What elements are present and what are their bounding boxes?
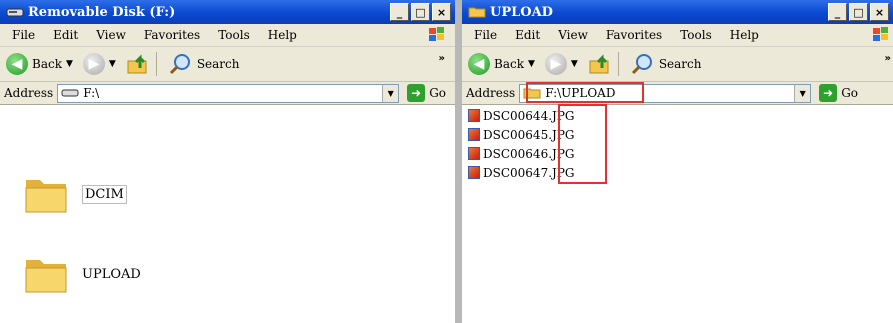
menu-file[interactable]: File (474, 28, 497, 42)
menu-bar: File Edit View Favorites Tools Help (0, 24, 455, 47)
minimize-button[interactable]: _ (828, 3, 847, 21)
windows-flag-icon (429, 27, 444, 41)
menu-edit[interactable]: Edit (515, 28, 540, 42)
menu-edit[interactable]: Edit (53, 28, 78, 42)
chevron-down-icon[interactable]: ▼ (571, 59, 578, 69)
address-label: Address (4, 86, 54, 100)
chevron-down-icon[interactable]: ▼ (66, 59, 73, 69)
windows-flag-icon (873, 27, 888, 41)
menu-favorites[interactable]: Favorites (144, 28, 200, 42)
go-label: Go (429, 86, 446, 100)
go-button[interactable]: ➜ Go (819, 84, 858, 102)
go-button[interactable]: ➜ Go (407, 84, 446, 102)
extension-highlight-box (558, 104, 607, 184)
back-button[interactable]: ◀ Back ▼ (468, 53, 539, 75)
window-title: UPLOAD (490, 4, 553, 20)
window-title: Removable Disk (F:) (28, 4, 176, 20)
back-arrow-icon: ◀ (468, 53, 490, 75)
toolbar-separator (155, 52, 157, 76)
address-bar: Address F:\ ▼ ➜ Go (0, 82, 455, 105)
close-button[interactable]: × (432, 3, 451, 21)
folder-item-upload[interactable]: UPLOAD (22, 252, 141, 296)
drive-icon (61, 89, 79, 97)
go-arrow-icon: ➜ (819, 84, 838, 102)
explorer-window-removable-disk: Removable Disk (F:) _ □ × File Edit View… (0, 0, 456, 323)
jpg-file-icon (468, 128, 480, 141)
address-input[interactable]: F:\ ▼ (57, 83, 400, 103)
drive-icon (6, 8, 24, 17)
address-value: F:\ (83, 86, 100, 100)
chevron-down-icon[interactable]: ▼ (794, 84, 811, 102)
chevron-down-icon[interactable]: ▼ (109, 59, 116, 69)
forward-button[interactable]: ▶ ▼ (82, 53, 120, 75)
menu-favorites[interactable]: Favorites (606, 28, 662, 42)
chevron-down-icon[interactable]: ▼ (528, 59, 535, 69)
go-label: Go (841, 86, 858, 100)
menu-view[interactable]: View (558, 28, 588, 42)
address-highlight-box (526, 82, 644, 103)
back-button[interactable]: ◀ Back ▼ (6, 53, 77, 75)
toolbar-separator (617, 52, 619, 76)
menu-view[interactable]: View (96, 28, 126, 42)
toolbar-more-chevron[interactable]: » (885, 53, 891, 64)
menu-tools[interactable]: Tools (680, 28, 712, 42)
search-button[interactable]: Search (631, 52, 702, 76)
window-gap (455, 0, 462, 323)
maximize-button[interactable]: □ (849, 3, 868, 21)
jpg-file-icon (468, 166, 480, 179)
search-button[interactable]: Search (169, 52, 240, 76)
search-icon (631, 54, 652, 75)
chevron-down-icon[interactable]: ▼ (382, 84, 399, 102)
folder-icon (25, 180, 67, 213)
search-label: Search (658, 57, 702, 71)
menu-bar: File Edit View Favorites Tools Help (462, 24, 893, 47)
file-basename: DSC00646 (483, 146, 549, 161)
up-button[interactable] (588, 52, 612, 76)
explorer-window-upload: UPLOAD _ □ × File Edit View Favorites To… (462, 0, 893, 323)
go-arrow-icon: ➜ (407, 84, 426, 102)
menu-help[interactable]: Help (730, 28, 759, 42)
minimize-button[interactable]: _ (390, 3, 409, 21)
folder-name: UPLOAD (82, 266, 141, 282)
forward-arrow-icon: ▶ (82, 53, 105, 75)
menu-help[interactable]: Help (268, 28, 297, 42)
up-folder-icon (127, 54, 147, 74)
back-label: Back (32, 57, 62, 71)
jpg-file-icon (468, 109, 480, 122)
toolbar: ◀ Back ▼ ▶ ▼ Search » (462, 47, 893, 82)
search-label: Search (196, 57, 240, 71)
folder-icon (468, 7, 486, 18)
folder-name: DCIM (82, 184, 127, 204)
toolbar-more-chevron[interactable]: » (439, 53, 445, 64)
jpg-file-icon (468, 147, 480, 160)
back-arrow-icon: ◀ (6, 53, 28, 75)
close-button[interactable]: × (870, 3, 889, 21)
file-basename: DSC00644 (483, 108, 549, 123)
up-button[interactable] (126, 52, 150, 76)
menu-file[interactable]: File (12, 28, 35, 42)
forward-button[interactable]: ▶ ▼ (544, 53, 582, 75)
search-icon (169, 54, 190, 75)
address-label: Address (466, 86, 516, 100)
title-bar[interactable]: UPLOAD _ □ × (462, 0, 893, 24)
file-basename: DSC00647 (483, 165, 549, 180)
file-basename: DSC00645 (483, 127, 549, 142)
maximize-button[interactable]: □ (411, 3, 430, 21)
forward-arrow-icon: ▶ (544, 53, 567, 75)
toolbar: ◀ Back ▼ ▶ ▼ Search » (0, 47, 455, 82)
menu-tools[interactable]: Tools (218, 28, 250, 42)
folder-icon (25, 260, 67, 293)
title-bar[interactable]: Removable Disk (F:) _ □ × (0, 0, 455, 24)
up-folder-icon (589, 54, 609, 74)
folder-item-dcim[interactable]: DCIM (22, 172, 127, 216)
back-label: Back (494, 57, 524, 71)
